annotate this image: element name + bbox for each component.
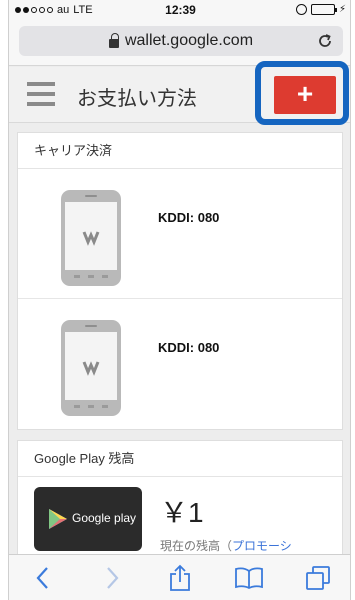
lock-icon (108, 32, 119, 48)
back-button[interactable] (23, 558, 63, 598)
balance-subtext-prefix: 現在の残高（ (160, 539, 233, 553)
google-play-logo-icon (49, 509, 67, 529)
add-payment-button[interactable]: + (274, 76, 336, 114)
tabs-icon (305, 565, 330, 590)
status-bar: au LTE 12:39 ⚡ (9, 0, 350, 20)
google-play-balance-card: Google Play 残高 Google play ￥1 現在の残高（プロモー… (17, 440, 343, 554)
payment-method-item[interactable]: KDDI: 080 (18, 299, 342, 429)
payment-method-item[interactable]: KDDI: 080 (18, 169, 342, 299)
google-play-balance-title: Google Play 残高 (18, 441, 342, 477)
phone-icon (61, 320, 121, 416)
chevron-left-icon (36, 566, 49, 589)
google-play-card-image: Google play (34, 487, 142, 551)
phone-screen: au LTE 12:39 ⚡ wallet.google.com お支払い方法 … (8, 0, 351, 600)
balance-subtext: 現在の残高（プロモーシ (160, 537, 292, 554)
rotation-lock-icon (295, 4, 307, 15)
forward-button[interactable] (92, 558, 132, 598)
payment-method-label: KDDI: 080 (158, 340, 220, 355)
tabs-button[interactable] (298, 558, 338, 598)
page-title: お支払い方法 (77, 88, 197, 110)
status-right: ⚡ (295, 4, 346, 15)
hamburger-menu-icon[interactable] (27, 82, 55, 106)
share-button[interactable] (160, 558, 200, 598)
charging-icon: ⚡ (338, 4, 346, 15)
browser-toolbar (9, 554, 350, 600)
carrier-billing-title: キャリア決済 (18, 133, 342, 169)
url-field[interactable]: wallet.google.com (19, 26, 343, 56)
chevron-right-icon (107, 566, 119, 589)
google-play-card-text: Google play (72, 511, 137, 525)
phone-icon (61, 190, 121, 286)
content-area: キャリア決済 KDDI: 080 KDDI: 080 Google Play 残… (9, 124, 350, 554)
address-area: wallet.google.com (9, 20, 350, 66)
battery-icon (310, 4, 337, 15)
balance-amount: ￥1 (160, 497, 204, 528)
google-play-balance-item[interactable]: Google play ￥1 現在の残高（プロモーシ (18, 477, 342, 554)
promotion-link[interactable]: プロモーシ (232, 539, 292, 553)
url-text: wallet.google.com (124, 32, 254, 49)
share-icon (170, 564, 191, 591)
app-header: お支払い方法 + (9, 61, 350, 125)
payment-method-label: KDDI: 080 (158, 210, 220, 225)
book-icon (235, 567, 263, 589)
bookmarks-button[interactable] (229, 558, 269, 598)
carrier-billing-card: キャリア決済 KDDI: 080 KDDI: 080 (17, 132, 343, 430)
reload-icon[interactable] (316, 32, 334, 50)
